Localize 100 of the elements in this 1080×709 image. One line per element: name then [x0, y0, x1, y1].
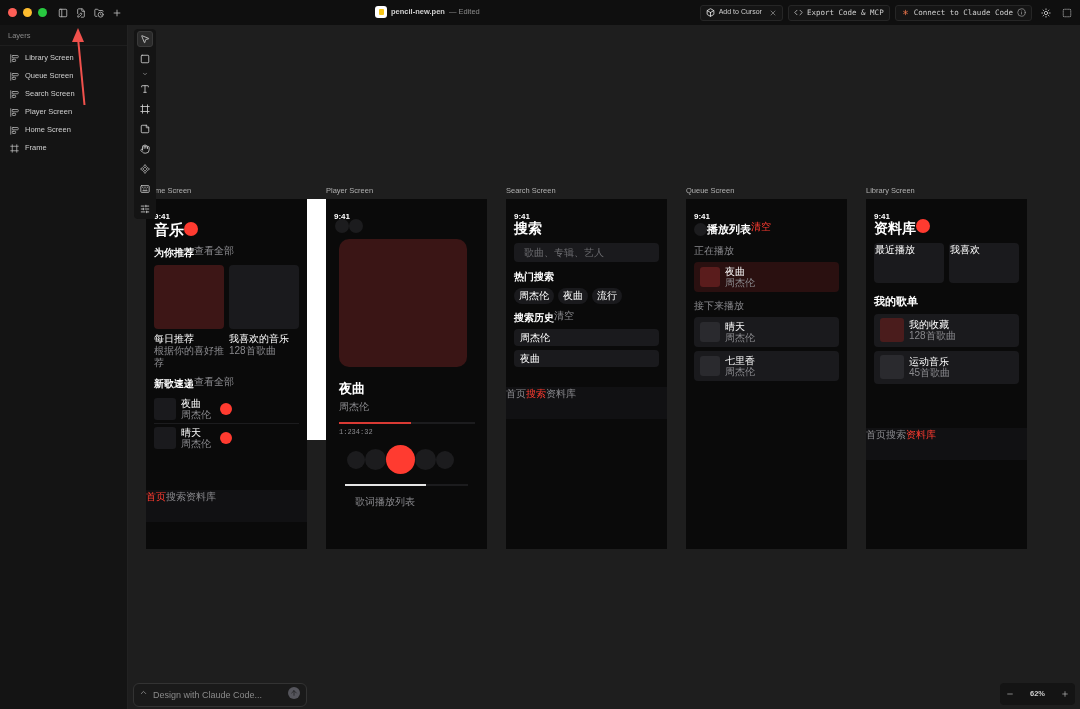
tab-item[interactable]: 歌词 [355, 496, 375, 508]
tag-chip[interactable]: 流行 [592, 288, 622, 304]
status-time: 9:41 [874, 212, 890, 221]
app-icon [375, 6, 387, 18]
song-artist: 周杰伦 [725, 276, 755, 288]
status-time: 9:41 [694, 212, 710, 221]
clear-link[interactable]: 清空 [554, 311, 574, 321]
hand-icon [140, 144, 150, 154]
tab-item[interactable]: 播放列表 [375, 496, 415, 508]
history-item[interactable]: 周杰伦 [514, 329, 659, 346]
song-title: 七里香 [725, 354, 755, 366]
song-title: 夜曲 [339, 380, 366, 398]
history-item[interactable]: 夜曲 [514, 350, 659, 367]
song-thumbnail [700, 266, 720, 287]
song-artist: 周杰伦 [725, 331, 755, 343]
code-icon [793, 8, 803, 17]
arrow-up-icon [290, 689, 298, 697]
circle-badge [916, 218, 930, 233]
screen-title: 音乐 [154, 220, 184, 240]
song-artist: 周杰伦 [339, 399, 370, 414]
tool-button[interactable] [137, 31, 153, 47]
song-artist: 周杰伦 [725, 365, 755, 377]
song-artist: 周杰伦 [181, 408, 211, 420]
tag-chip[interactable]: 夜曲 [558, 288, 588, 304]
screen-title: 搜索 [514, 219, 543, 238]
song-title: 晴天 [181, 426, 202, 438]
screen-title: 播放列表 [707, 223, 751, 237]
playlist-count: 128首歌曲 [909, 330, 956, 341]
tab-item[interactable]: 搜索 [166, 491, 186, 503]
asterisk-icon [900, 8, 910, 17]
tab-item[interactable]: 首页 [866, 429, 886, 441]
tab-item[interactable]: 资料库 [186, 491, 216, 503]
pointer-icon [140, 34, 150, 44]
add-icon[interactable] [112, 7, 122, 18]
prompt-field[interactable]: Design with Claude Code... [133, 683, 307, 707]
song-title: 夜曲 [181, 397, 202, 409]
song-card[interactable]: 夜曲 周杰伦 [694, 261, 839, 292]
info-icon[interactable] [1017, 8, 1026, 17]
sliders-icon [140, 204, 150, 214]
zoom-in-icon[interactable] [1061, 690, 1069, 698]
section-heading: 热门搜索 [514, 270, 555, 284]
text-icon [140, 84, 150, 94]
playlist-card[interactable]: 我的收藏 128首歌曲 [874, 313, 1019, 347]
note-icon [140, 124, 150, 134]
close-button[interactable] [8, 8, 17, 17]
layout-icon [10, 107, 19, 117]
card-title: 每日推荐 [154, 332, 195, 345]
sidebar-icon[interactable] [58, 7, 68, 18]
progress-track[interactable] [339, 421, 475, 424]
section-heading: 我的歌单 [874, 294, 919, 309]
see-all-link[interactable]: 查看全部 [194, 245, 234, 256]
section-heading: 为你推荐 [154, 245, 194, 260]
tab-item[interactable]: 资料库 [546, 388, 576, 400]
layout-icon [10, 71, 19, 81]
status-time: 9:41 [334, 212, 350, 221]
sun-icon[interactable] [1041, 7, 1051, 18]
section-heading: 搜索历史 [514, 312, 554, 325]
circle-badge [184, 221, 198, 236]
circle-badge [220, 431, 232, 444]
tab-item[interactable]: 首页 [506, 388, 526, 400]
chevron-down-icon [142, 71, 148, 77]
song-artist: 周杰伦 [181, 437, 211, 449]
layout-icon [10, 53, 19, 63]
control-button[interactable] [386, 445, 415, 474]
song-title: 晴天 [725, 320, 746, 332]
tool-button[interactable] [137, 101, 153, 117]
song-card[interactable]: 晴天 周杰伦 [694, 316, 839, 347]
library-tile[interactable]: 我喜欢 [949, 243, 1019, 283]
cube-icon [705, 8, 715, 17]
playlist-card[interactable]: 运动音乐 45首歌曲 [874, 350, 1019, 384]
chevron-up-icon[interactable] [139, 688, 148, 697]
close-icon[interactable] [768, 8, 777, 17]
tag-chip[interactable]: 周杰伦 [514, 288, 554, 304]
status-time: 9:41 [514, 212, 530, 221]
tab-item[interactable]: 资料库 [906, 429, 936, 441]
selection-icon[interactable] [1062, 7, 1072, 18]
card-subtitle: 128首歌曲 [229, 344, 277, 357]
layout-icon [10, 125, 19, 135]
tool-button[interactable] [137, 161, 153, 177]
layout-icon [10, 89, 19, 99]
folder-clock-icon[interactable] [94, 7, 104, 18]
playlist-title: 运动音乐 [909, 356, 950, 367]
playlist-count: 45首歌曲 [909, 367, 951, 378]
section-label: 正在播放 [694, 243, 735, 258]
tool-button[interactable] [137, 141, 153, 157]
clear-link[interactable]: 清空 [751, 219, 771, 234]
card-title: 我喜欢的音乐 [229, 332, 290, 345]
maximize-button[interactable] [38, 8, 47, 17]
keyboard-icon [140, 184, 150, 194]
tab-item[interactable]: 搜索 [886, 429, 906, 441]
minimize-button[interactable] [23, 8, 32, 17]
library-tile[interactable]: 最近播放 [874, 243, 944, 283]
screen-title: 资料库 [874, 219, 916, 238]
square-icon [140, 54, 150, 64]
see-all-link[interactable]: 查看全部 [194, 376, 234, 387]
tab-item[interactable]: 搜索 [526, 388, 546, 400]
tab-item[interactable]: 首页 [146, 491, 166, 503]
search-field[interactable]: 歌曲、专辑、艺人 [514, 243, 659, 262]
file-edit-icon[interactable] [76, 7, 86, 18]
song-card[interactable]: 七里香 周杰伦 [694, 350, 839, 381]
